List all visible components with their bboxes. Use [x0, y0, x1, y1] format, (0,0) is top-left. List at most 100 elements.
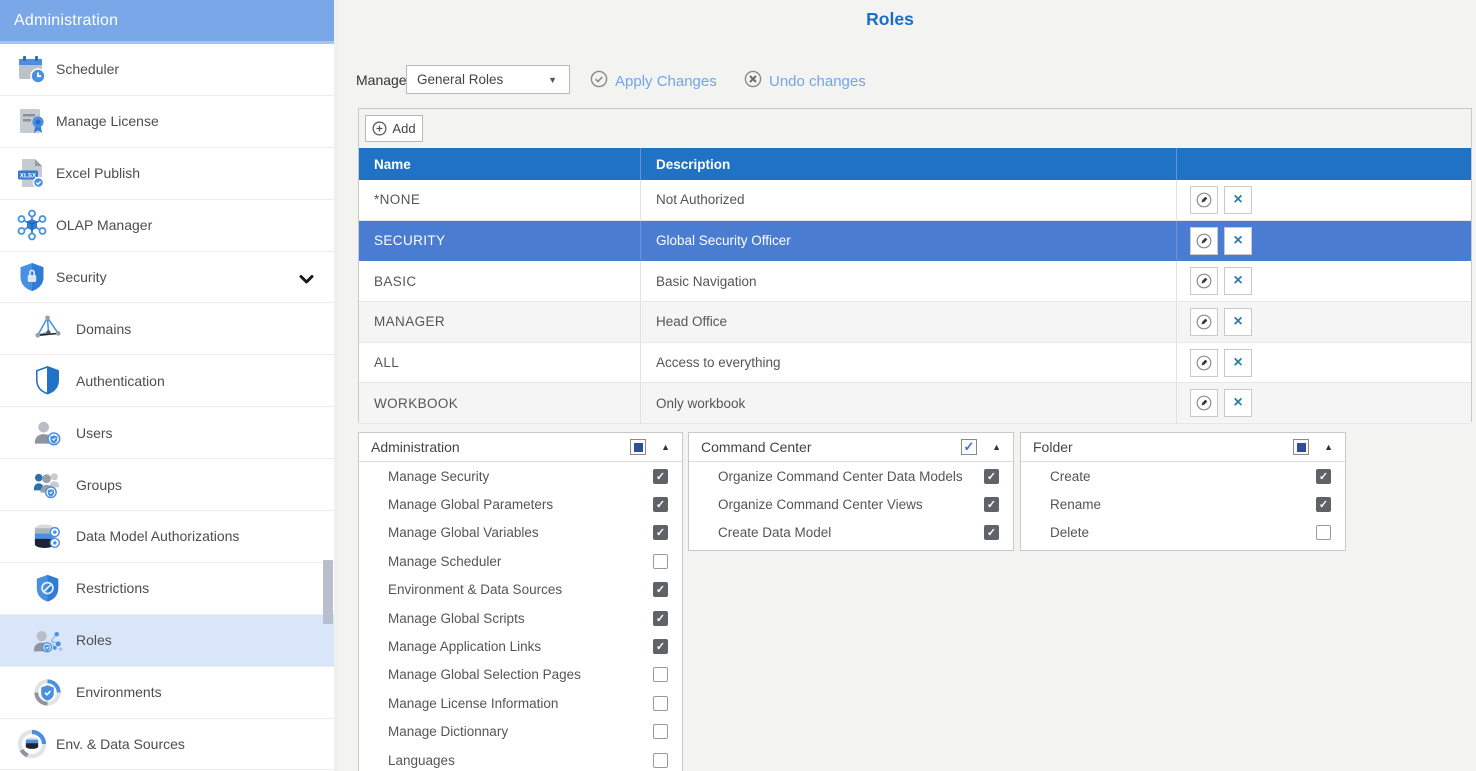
permission-checkbox[interactable] — [653, 525, 668, 540]
permission-panel-administration: Administration▲Manage SecurityManage Glo… — [358, 432, 683, 771]
permission-item-manage-global-selection-pages: Manage Global Selection Pages — [359, 661, 682, 689]
edit-role-button[interactable] — [1190, 267, 1218, 295]
collapse-arrow-icon[interactable]: ▲ — [1324, 442, 1333, 452]
permission-checkbox[interactable] — [653, 753, 668, 768]
permission-checkbox[interactable] — [984, 497, 999, 512]
role-description: Only workbook — [640, 383, 1176, 423]
permission-checkbox[interactable] — [984, 525, 999, 540]
sidebar-item-groups[interactable]: Groups — [0, 459, 334, 511]
sidebar-item-excel-publish[interactable]: XLSXExcel Publish — [0, 148, 334, 200]
sidebar-item-label: Users — [76, 425, 113, 441]
permission-panel-folder: Folder▲CreateRenameDelete — [1020, 432, 1346, 551]
sidebar-item-scheduler[interactable]: Scheduler — [0, 44, 334, 96]
sidebar-item-users[interactable]: Users — [0, 407, 334, 459]
permission-checkbox[interactable] — [653, 582, 668, 597]
roles-table: Add NameDescription *NONENot Authorized×… — [358, 108, 1472, 422]
sidebar-item-manage-license[interactable]: Manage License — [0, 96, 334, 148]
role-name: SECURITY — [359, 221, 640, 261]
permission-checkbox[interactable] — [1316, 497, 1331, 512]
role-description: Head Office — [640, 302, 1176, 342]
manage-label: Manage — [356, 72, 407, 88]
x-icon: × — [1233, 273, 1242, 289]
sidebar-item-authentication[interactable]: Authentication — [0, 355, 334, 407]
permission-item-create-data-model: Create Data Model — [689, 519, 1013, 547]
role-name: MANAGER — [359, 302, 640, 342]
chevron-down-icon: ▼ — [548, 75, 557, 85]
manage-select-value: General Roles — [417, 72, 503, 87]
role-row-all[interactable]: ALLAccess to everything× — [359, 343, 1471, 384]
user-badge-icon — [30, 415, 65, 450]
permission-checkbox[interactable] — [1316, 525, 1331, 540]
panel-header: Command Center▲ — [689, 433, 1013, 462]
permission-label: Manage License Information — [388, 696, 558, 711]
sidebar-item-security[interactable]: Security — [0, 252, 334, 304]
role-name: WORKBOOK — [359, 383, 640, 423]
permission-checkbox[interactable] — [653, 696, 668, 711]
role-row-workbook[interactable]: WORKBOOKOnly workbook × — [359, 383, 1471, 424]
collapse-arrow-icon[interactable]: ▲ — [992, 442, 1001, 452]
sidebar-item-restrictions[interactable]: Restrictions — [0, 563, 334, 615]
role-row-manager[interactable]: MANAGERHead Office × — [359, 302, 1471, 343]
permission-checkbox[interactable] — [653, 639, 668, 654]
permission-label: Create Data Model — [718, 525, 831, 540]
role-row-basic[interactable]: BASICBasic Navigation× — [359, 261, 1471, 302]
role-name: ALL — [359, 343, 640, 383]
chevron-down-icon[interactable] — [299, 272, 314, 290]
delete-role-button[interactable]: × — [1224, 308, 1252, 336]
role-actions: × — [1176, 261, 1471, 301]
permission-checkbox[interactable] — [653, 469, 668, 484]
x-icon: × — [1233, 395, 1242, 411]
shield-lock-icon — [13, 259, 50, 296]
apply-changes-button[interactable]: Apply Changes — [590, 70, 717, 92]
delete-role-button[interactable]: × — [1224, 349, 1252, 377]
edit-role-button[interactable] — [1190, 349, 1218, 377]
sidebar-item-data-model-authorizations[interactable]: Data Model Authorizations — [0, 511, 334, 563]
permission-checkbox[interactable] — [653, 497, 668, 512]
panel-select-all-checkbox[interactable] — [961, 439, 977, 455]
permission-label: Organize Command Center Views — [718, 497, 923, 512]
pencil-circle-icon — [1195, 272, 1213, 290]
permission-item-manage-security: Manage Security — [359, 462, 682, 490]
sidebar-item-roles[interactable]: Roles — [0, 615, 334, 667]
edit-role-button[interactable] — [1190, 227, 1218, 255]
sidebar-item-domains[interactable]: Domains — [0, 303, 334, 355]
sidebar-item-olap-manager[interactable]: OLAP Manager — [0, 200, 334, 252]
sidebar-scrollbar-thumb[interactable] — [323, 560, 333, 624]
delete-role-button[interactable]: × — [1224, 186, 1252, 214]
permission-checkbox[interactable] — [653, 667, 668, 682]
panel-select-all-checkbox[interactable] — [1293, 439, 1309, 455]
permission-label: Create — [1050, 469, 1091, 484]
sidebar-item-label: Excel Publish — [56, 165, 140, 181]
permission-item-manage-application-links: Manage Application Links — [359, 632, 682, 660]
delete-role-button[interactable]: × — [1224, 267, 1252, 295]
permission-item-organize-command-center-views: Organize Command Center Views — [689, 490, 1013, 518]
edit-role-button[interactable] — [1190, 389, 1218, 417]
role-row-security[interactable]: SECURITYGlobal Security Officer× — [359, 221, 1471, 262]
sidebar-item-label: Scheduler — [56, 61, 119, 77]
column-header-description: Description — [640, 148, 1176, 180]
sidebar-item-environments[interactable]: Environments — [0, 667, 334, 719]
permission-checkbox[interactable] — [1316, 469, 1331, 484]
permission-checkbox[interactable] — [653, 554, 668, 569]
permission-checkbox[interactable] — [653, 724, 668, 739]
delete-role-button[interactable]: × — [1224, 389, 1252, 417]
undo-changes-button[interactable]: Undo changes — [744, 70, 866, 92]
role-row-none[interactable]: *NONENot Authorized× — [359, 180, 1471, 221]
edit-role-button[interactable] — [1190, 308, 1218, 336]
permission-label: Manage Scheduler — [388, 554, 501, 569]
delete-role-button[interactable]: × — [1224, 227, 1252, 255]
permission-label: Rename — [1050, 497, 1101, 512]
add-role-button[interactable]: Add — [365, 115, 423, 142]
permission-item-languages: Languages — [359, 746, 682, 771]
role-actions: × — [1176, 302, 1471, 342]
panel-select-all-checkbox[interactable] — [630, 439, 646, 455]
permission-checkbox[interactable] — [653, 611, 668, 626]
manage-roles-select[interactable]: General Roles ▼ — [406, 65, 570, 94]
permission-checkbox[interactable] — [984, 469, 999, 484]
edit-role-button[interactable] — [1190, 186, 1218, 214]
sidebar-item-label: Authentication — [76, 373, 165, 389]
permission-label: Manage Security — [388, 469, 489, 484]
sidebar-item-env-data-sources[interactable]: Env. & Data Sources — [0, 719, 334, 771]
collapse-arrow-icon[interactable]: ▲ — [661, 442, 670, 452]
permission-label: Manage Application Links — [388, 639, 541, 654]
